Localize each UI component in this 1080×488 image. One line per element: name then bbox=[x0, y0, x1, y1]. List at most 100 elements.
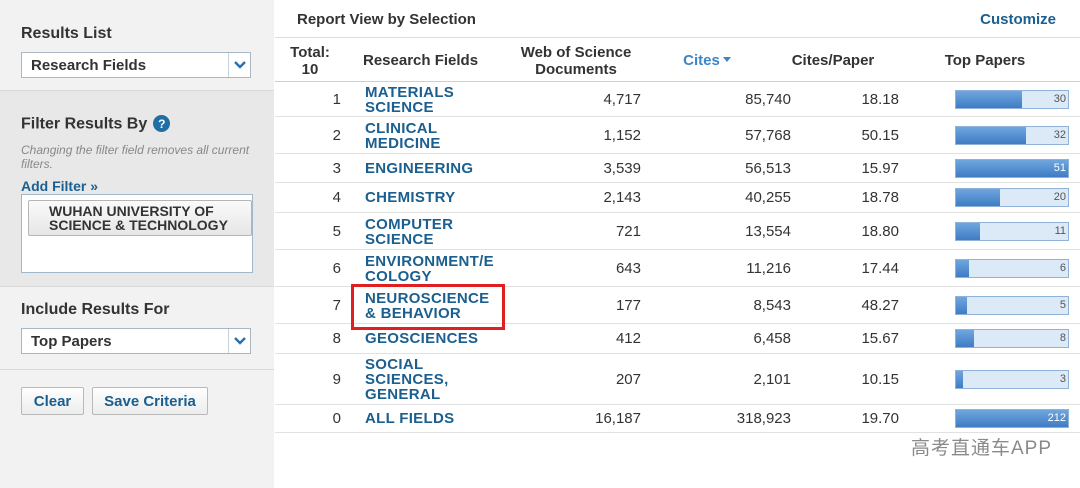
table-row: 4 CHEMISTRY 2,143 40,255 18.78 20 bbox=[275, 183, 1080, 213]
customize-link[interactable]: Customize bbox=[980, 11, 1056, 28]
top-papers-bar: 20 bbox=[955, 188, 1069, 207]
wos-documents-header[interactable]: Web of Science Documents bbox=[511, 44, 641, 78]
top-papers-value: 30 bbox=[1053, 93, 1066, 105]
table-header: Total: 10 Research Fields Web of Science… bbox=[275, 38, 1080, 82]
include-select[interactable]: Top Papers bbox=[21, 328, 251, 354]
cites-cell: 56,513 bbox=[745, 160, 791, 177]
cites-cell: 13,554 bbox=[745, 223, 791, 240]
table-row: 6 ENVIRONMENT/ECOLOGY 643 11,216 17.44 6 bbox=[275, 250, 1080, 287]
research-field-link[interactable]: COMPUTER SCIENCE bbox=[365, 217, 505, 247]
research-field-link[interactable]: ENGINEERING bbox=[365, 161, 505, 176]
documents-cell: 4,717 bbox=[603, 91, 641, 108]
top-papers-bar-fill bbox=[956, 260, 969, 277]
documents-cell: 2,143 bbox=[603, 189, 641, 206]
research-fields-header[interactable]: Research Fields bbox=[363, 52, 491, 69]
cites-header[interactable]: Cites bbox=[667, 52, 747, 69]
clear-button[interactable]: Clear bbox=[21, 387, 84, 415]
filter-box[interactable]: WUHAN UNIVERSITY OF SCIENCE & TECHNOLOGY bbox=[21, 194, 253, 273]
include-heading: Include Results For bbox=[21, 301, 170, 318]
top-papers-value: 3 bbox=[1059, 373, 1066, 385]
cites-per-paper-cell: 10.15 bbox=[861, 371, 899, 388]
top-papers-value: 51 bbox=[1053, 162, 1066, 174]
top-papers-value: 11 bbox=[1054, 225, 1066, 237]
results-list-select[interactable]: Research Fields bbox=[21, 52, 251, 78]
top-papers-bar-fill bbox=[956, 160, 1068, 177]
cites-per-paper-header[interactable]: Cites/Paper bbox=[781, 52, 885, 69]
filter-heading-label: Filter Results By bbox=[21, 115, 148, 133]
documents-cell: 177 bbox=[615, 297, 641, 314]
sidebar: Results List Research Fields Filter Resu… bbox=[0, 0, 274, 488]
watermark: 高考直通车APP bbox=[910, 438, 1052, 459]
research-field-link[interactable]: ENVIRONMENT/ECOLOGY bbox=[365, 254, 505, 284]
include-select-value: Top Papers bbox=[31, 333, 112, 350]
cites-cell: 85,740 bbox=[745, 91, 791, 108]
top-papers-bar: 30 bbox=[955, 90, 1069, 109]
documents-cell: 643 bbox=[615, 260, 641, 277]
rank-cell: 6 bbox=[332, 260, 341, 277]
rank-cell: 5 bbox=[332, 223, 341, 240]
top-papers-header[interactable]: Top Papers bbox=[931, 52, 1039, 69]
filter-note: Changing the filter field removes all cu… bbox=[21, 143, 250, 171]
cites-per-paper-cell: 19.70 bbox=[861, 410, 899, 427]
top-papers-value: 6 bbox=[1059, 262, 1066, 274]
cites-header-label: Cites bbox=[683, 52, 720, 69]
help-icon[interactable]: ? bbox=[153, 115, 171, 132]
table-row: 0 ALL FIELDS 16,187 318,923 19.70 212 bbox=[275, 405, 1080, 433]
top-papers-bar-fill bbox=[956, 223, 980, 240]
top-papers-value: 32 bbox=[1053, 129, 1066, 141]
research-field-link[interactable]: GEOSCIENCES bbox=[365, 331, 505, 346]
sort-desc-icon bbox=[722, 57, 731, 62]
top-papers-bar-fill bbox=[956, 189, 1000, 206]
save-criteria-button[interactable]: Save Criteria bbox=[92, 387, 208, 415]
research-field-link[interactable]: ALL FIELDS bbox=[365, 411, 505, 426]
top-papers-bar: 8 bbox=[955, 329, 1069, 348]
add-filter-link[interactable]: Add Filter » bbox=[21, 178, 98, 194]
research-field-link[interactable]: MATERIALS SCIENCE bbox=[365, 85, 505, 115]
table-row: 9 SOCIAL SCIENCES, GENERAL 207 2,101 10.15 3 bbox=[275, 354, 1080, 405]
documents-cell: 412 bbox=[615, 330, 641, 347]
report-title: Report View by Selection bbox=[297, 11, 476, 28]
results-list-select-value: Research Fields bbox=[31, 57, 147, 74]
chevron-down-icon[interactable] bbox=[228, 53, 250, 77]
cites-per-paper-cell: 48.27 bbox=[861, 297, 899, 314]
top-papers-value: 8 bbox=[1059, 332, 1066, 344]
table-row: 5 COMPUTER SCIENCE 721 13,554 18.80 11 bbox=[275, 213, 1080, 250]
research-field-link[interactable]: CHEMISTRY bbox=[365, 190, 505, 205]
cites-per-paper-cell: 15.67 bbox=[861, 330, 899, 347]
cites-per-paper-cell: 50.15 bbox=[861, 127, 899, 144]
top-papers-bar: 11 bbox=[955, 222, 1069, 241]
cites-per-paper-cell: 18.80 bbox=[861, 223, 899, 240]
cites-cell: 40,255 bbox=[745, 189, 791, 206]
filter-heading: Filter Results By? bbox=[21, 115, 171, 134]
rank-cell: 7 bbox=[332, 297, 341, 314]
main-panel: Report View by Selection Customize Total… bbox=[275, 0, 1080, 488]
report-toolbar: Report View by Selection Customize bbox=[275, 0, 1080, 38]
table-row: 1 MATERIALS SCIENCE 4,717 85,740 18.18 30 bbox=[275, 82, 1080, 117]
cites-cell: 6,458 bbox=[753, 330, 791, 347]
top-papers-value: 212 bbox=[1047, 412, 1066, 424]
chevron-down-icon[interactable] bbox=[228, 329, 250, 353]
rank-cell: 8 bbox=[332, 330, 341, 347]
rank-cell: 2 bbox=[332, 127, 341, 144]
cites-cell: 57,768 bbox=[745, 127, 791, 144]
top-papers-bar-fill bbox=[956, 127, 1026, 144]
filter-chip[interactable]: WUHAN UNIVERSITY OF SCIENCE & TECHNOLOGY bbox=[28, 200, 252, 236]
cites-cell: 8,543 bbox=[753, 297, 791, 314]
research-field-link[interactable]: CLINICAL MEDICINE bbox=[365, 121, 505, 151]
documents-cell: 16,187 bbox=[595, 410, 641, 427]
include-section: Include Results For Top Papers bbox=[0, 287, 274, 369]
total-header: Total: 10 bbox=[290, 44, 330, 78]
cites-per-paper-cell: 18.78 bbox=[861, 189, 899, 206]
cites-cell: 2,101 bbox=[753, 371, 791, 388]
cites-cell: 11,216 bbox=[746, 260, 791, 277]
documents-cell: 1,152 bbox=[603, 127, 641, 144]
cites-per-paper-cell: 17.44 bbox=[861, 260, 899, 277]
rank-cell: 4 bbox=[332, 189, 341, 206]
highlight-box bbox=[351, 284, 505, 330]
top-papers-bar: 6 bbox=[955, 259, 1069, 278]
research-field-link[interactable]: SOCIAL SCIENCES, GENERAL bbox=[365, 357, 465, 402]
filter-section: Filter Results By? Changing the filter f… bbox=[0, 90, 274, 287]
documents-cell: 207 bbox=[615, 371, 641, 388]
table-row: 2 CLINICAL MEDICINE 1,152 57,768 50.15 32 bbox=[275, 117, 1080, 154]
top-papers-bar: 212 bbox=[955, 409, 1069, 428]
